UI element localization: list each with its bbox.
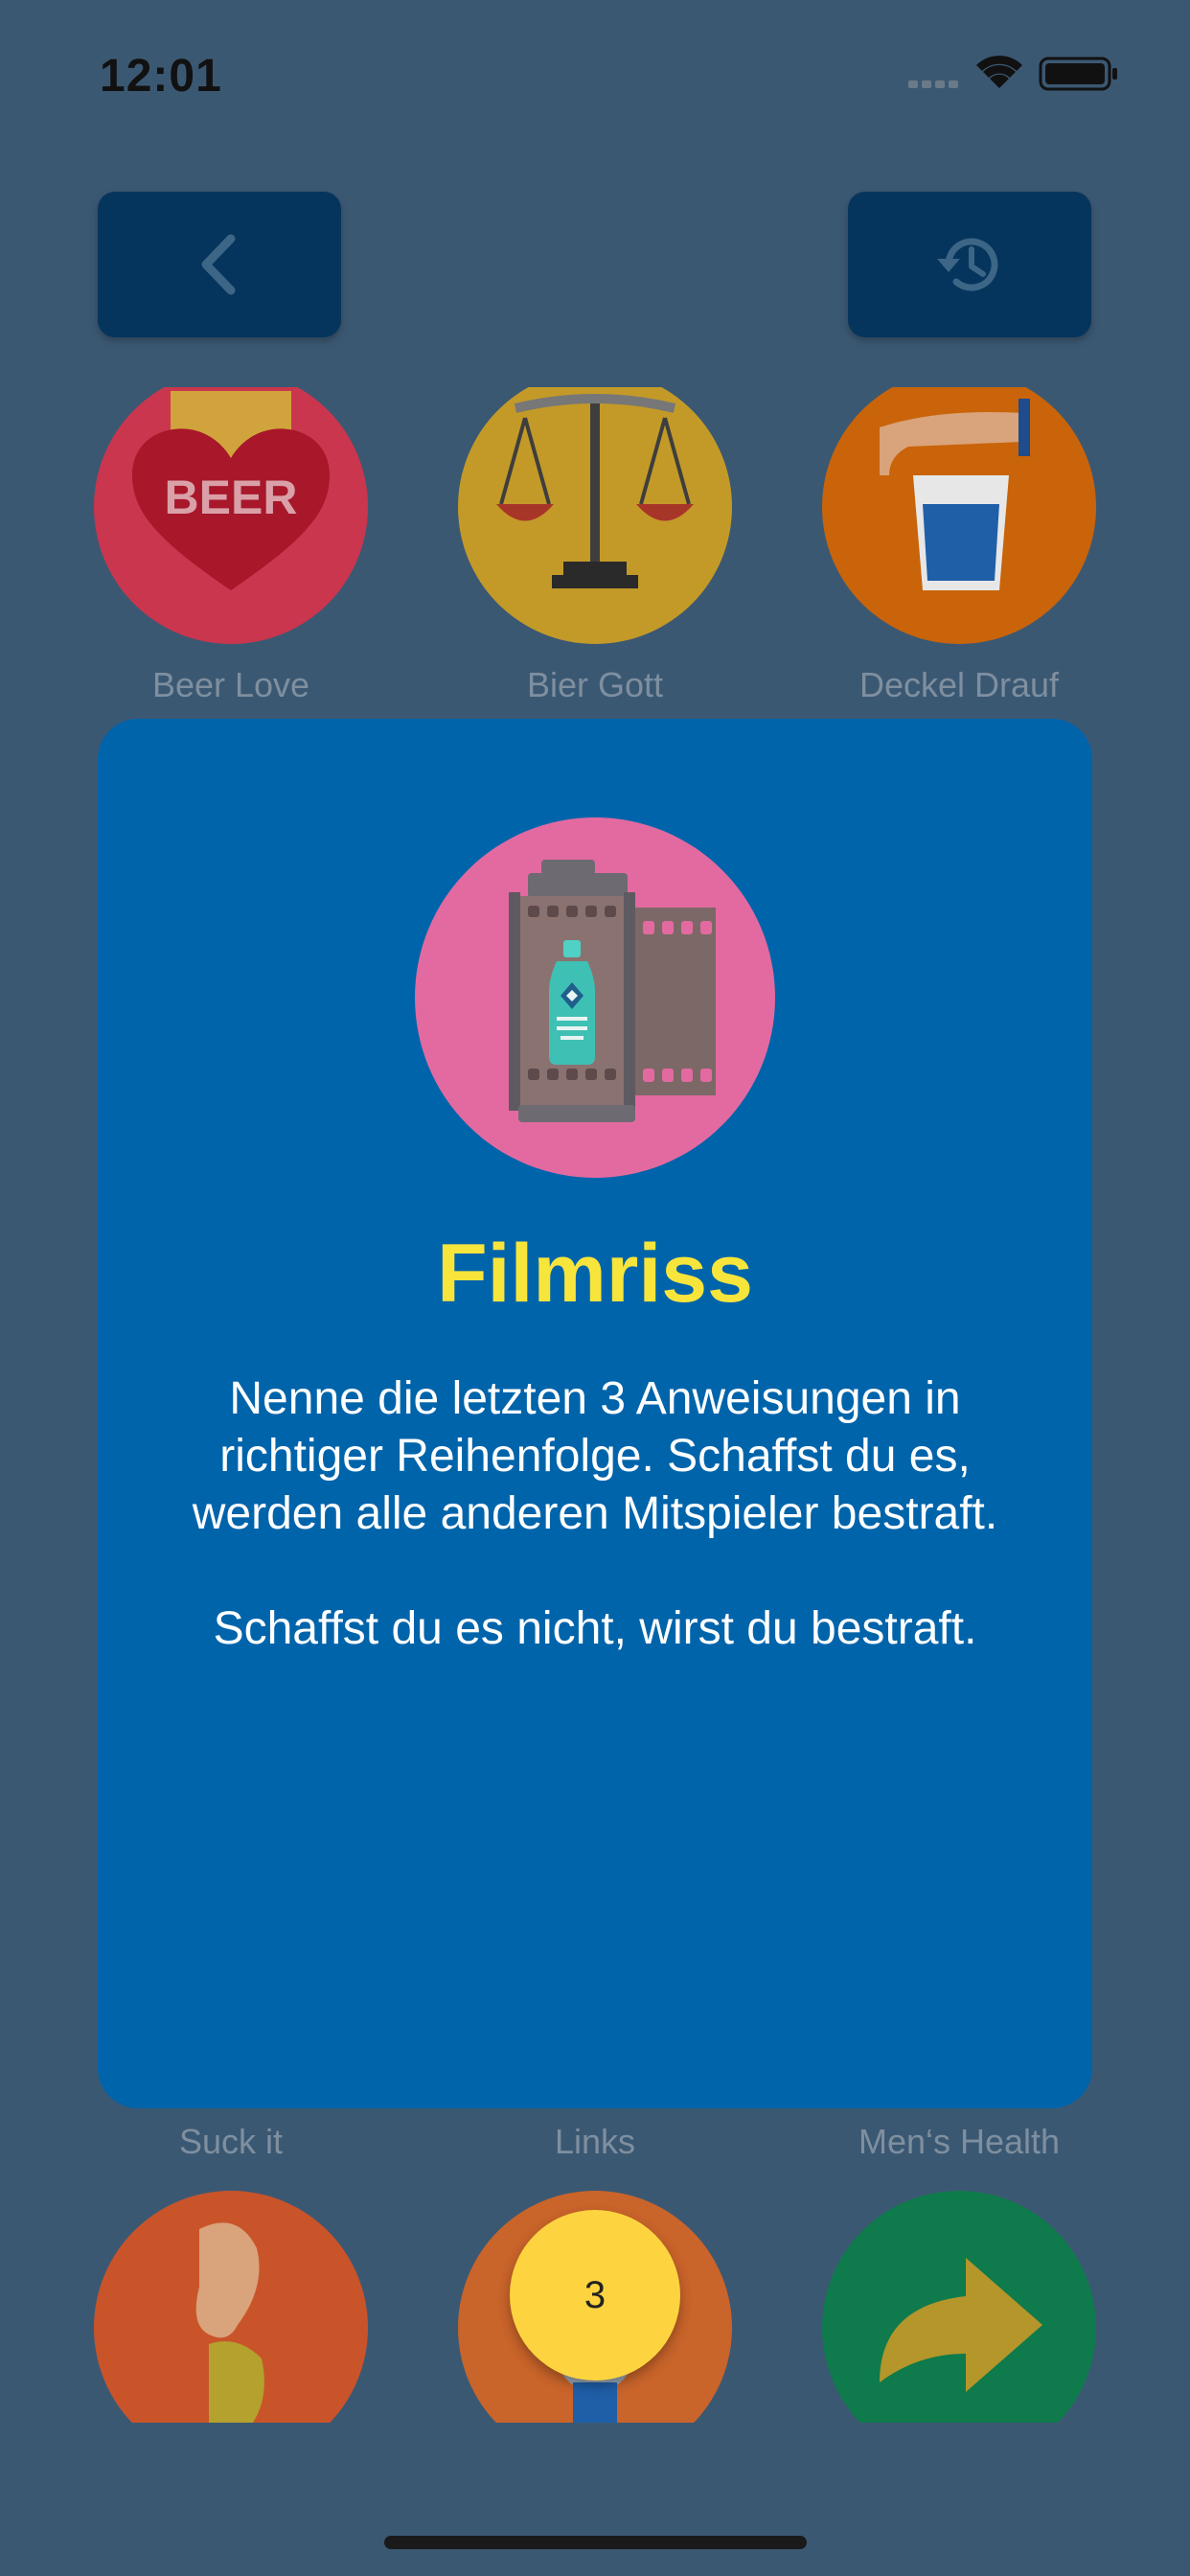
- history-icon: [937, 238, 998, 291]
- modal-description: Nenne die letzten 3 Anweisungen in richt…: [192, 1373, 998, 1654]
- arrow-right-icon: [880, 2258, 1042, 2392]
- game-deckel-drauf[interactable]: [822, 387, 1096, 644]
- game-bier-gott[interactable]: [458, 387, 732, 644]
- svg-text:BEER: BEER: [165, 471, 298, 524]
- status-icons: [908, 54, 1129, 92]
- scales-icon: [496, 394, 694, 588]
- game-beer-love[interactable]: BEER: [94, 387, 368, 644]
- home-indicator[interactable]: [384, 2536, 807, 2549]
- label-beer-love: Beer Love: [151, 665, 310, 704]
- ear-hand-icon: [195, 2222, 264, 2423]
- status-bar: 12:01: [0, 0, 1190, 144]
- back-button[interactable]: [98, 192, 341, 337]
- game-mens-health[interactable]: [822, 2191, 1096, 2423]
- label-links: Links: [554, 2122, 636, 2161]
- film-roll-bottle-icon: [415, 817, 775, 1178]
- status-time: 12:01: [100, 51, 222, 102]
- label-suck-it: Suck it: [178, 2122, 284, 2161]
- beer-heart-icon: BEER: [132, 391, 330, 590]
- chevron-left-icon: [201, 234, 236, 295]
- countdown-timer[interactable]: 3: [510, 2210, 680, 2380]
- label-bier-gott: Bier Gott: [526, 665, 664, 704]
- game-suck-it[interactable]: [94, 2191, 368, 2423]
- hand-glass-icon: [880, 399, 1030, 590]
- countdown-value: 3: [584, 2273, 606, 2316]
- history-button[interactable]: [848, 192, 1091, 337]
- cellular-wifi-battery-icons: [908, 56, 1117, 91]
- label-deckel-drauf: Deckel Drauf: [858, 665, 1060, 704]
- modal-title: Filmriss: [437, 1228, 753, 1320]
- label-mens-health: Men‘s Health: [858, 2122, 1061, 2161]
